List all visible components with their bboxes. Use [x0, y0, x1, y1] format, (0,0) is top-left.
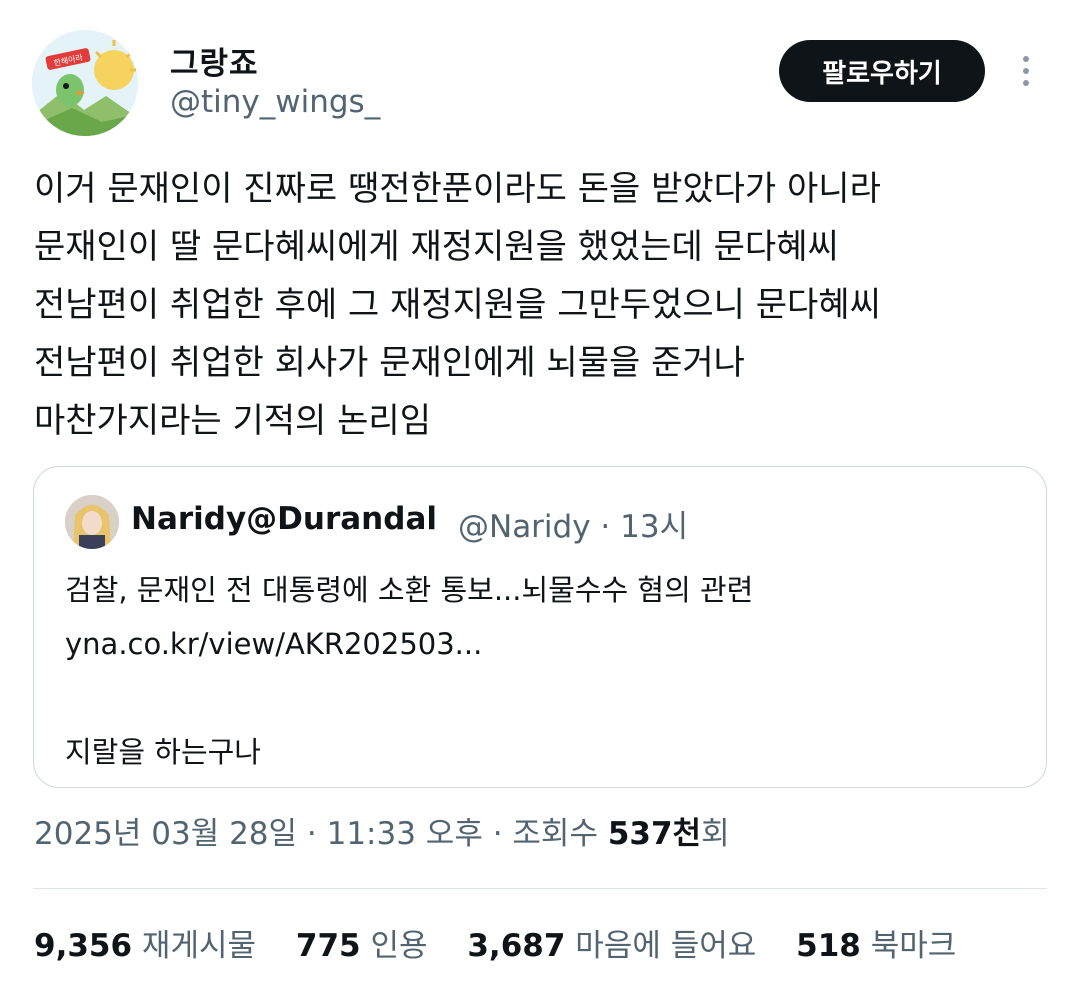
likes-stat[interactable]: 3,687 마음에 들어요 — [467, 920, 756, 965]
tweet-line: 전남편이 취업한 후에 그 재정지원을 그만두었으니 문다혜씨 — [34, 285, 881, 325]
quoted-tweet-card[interactable]: Naridy@Durandal @Naridy · 13시 검찰, 문재인 전 … — [33, 466, 1047, 788]
tweet-text: 이거 문재인이 진짜로 땡전한푼이라도 돈을 받았다가 아니라 문재인이 딸 문… — [34, 160, 1044, 450]
more-options-icon[interactable] — [1016, 56, 1036, 90]
quotes-count: 775 — [295, 928, 361, 964]
tweet-meta: 2025년 03월 28일 · 11:33 오후 · 조회수 537천회 — [34, 808, 730, 853]
view-count: 537천 — [607, 816, 702, 852]
retweets-label: 재게시물 — [141, 928, 257, 964]
bookmarks-stat[interactable]: 518 북마크 — [796, 920, 956, 965]
quoted-link[interactable]: yna.co.kr/view/AKR202503... — [65, 617, 753, 671]
quotes-stat[interactable]: 775 인용 — [296, 920, 428, 965]
follow-button[interactable]: 팔로우하기 — [779, 40, 985, 102]
tweet-line: 마찬가지라는 기적의 논리임 — [34, 401, 431, 441]
author-avatar[interactable]: 한해아라 — [32, 30, 138, 136]
quoted-handle-time[interactable]: @Naridy · 13시 — [458, 501, 688, 546]
divider — [33, 888, 1047, 889]
author-handle[interactable]: @tiny_wings_ — [170, 84, 380, 120]
tweet-line: 문재인이 딸 문다혜씨에게 재정지원을 했었는데 문다혜씨 — [34, 227, 839, 267]
bookmarks-count: 518 — [796, 928, 861, 964]
quoted-display-name[interactable]: Naridy@Durandal — [131, 501, 437, 537]
likes-label: 마음에 들어요 — [575, 928, 757, 964]
avatar-illustration: 한해아라 — [32, 30, 138, 136]
retweets-stat[interactable]: 9,356 재게시물 — [34, 920, 256, 965]
quotes-label: 인용 — [370, 928, 428, 964]
quoted-text: 검찰, 문재인 전 대통령에 소환 통보...뇌물수수 혐의 관련 yna.co… — [65, 563, 753, 779]
bookmarks-label: 북마크 — [870, 928, 957, 964]
quoted-avatar-illustration — [65, 495, 119, 549]
retweets-count: 9,356 — [34, 928, 133, 964]
quoted-line: 검찰, 문재인 전 대통령에 소환 통보...뇌물수수 혐의 관련 — [65, 573, 754, 607]
quoted-author-avatar[interactable] — [65, 495, 119, 549]
author-display-name[interactable]: 그랑죠 — [170, 38, 259, 83]
tweet-line: 전남편이 취업한 회사가 문재인에게 뇌물을 준거나 — [34, 343, 745, 383]
likes-count: 3,687 — [467, 928, 566, 964]
quoted-line: 지랄을 하는구나 — [65, 735, 261, 769]
tweet-line: 이거 문재인이 진짜로 땡전한푼이라도 돈을 받았다가 아니라 — [34, 169, 881, 209]
quoted-line — [65, 671, 753, 725]
view-count-suffix: 회 — [701, 816, 730, 852]
tweet-timestamp[interactable]: 2025년 03월 28일 · 11:33 오후 · 조회수 — [34, 816, 608, 852]
engagement-stats: 9,356 재게시물 775 인용 3,687 마음에 들어요 518 북마크 — [34, 920, 986, 965]
